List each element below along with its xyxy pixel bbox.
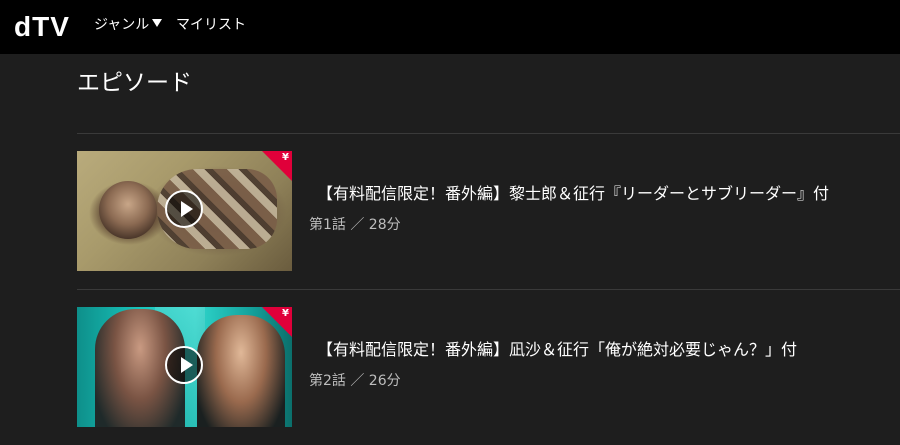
episode-item-1[interactable]: ¥ 【有料配信限定！番外編】黎士郎＆征行『リーダーとサブリーダー』付 第1話 ／… (77, 151, 900, 273)
nav-genre-dropdown[interactable]: ジャンル (94, 16, 163, 34)
episode-thumbnail[interactable]: ¥ (77, 307, 292, 427)
divider (77, 289, 900, 290)
nav-mylist[interactable]: マイリスト (176, 16, 246, 34)
episode-title[interactable]: 【有料配信限定！番外編】凪沙＆征行「俺が絶対必要じゃん？」付 (317, 339, 797, 361)
episode-thumbnail[interactable]: ¥ (77, 151, 292, 271)
caret-down-icon (152, 19, 163, 27)
play-icon[interactable] (165, 346, 203, 384)
section-title: エピソード (77, 70, 192, 96)
yen-icon: ¥ (282, 152, 289, 163)
episode-meta: 第1話 ／ 28分 (309, 217, 401, 233)
episode-title[interactable]: 【有料配信限定！番外編】黎士郎＆征行『リーダーとサブリーダー』付 (317, 183, 829, 205)
episode-meta: 第2話 ／ 26分 (309, 373, 401, 389)
thumbnail-head (99, 181, 157, 239)
nav-genre-label: ジャンル (94, 17, 150, 33)
divider (77, 133, 900, 134)
episode-item-2[interactable]: ¥ 【有料配信限定！番外編】凪沙＆征行「俺が絶対必要じゃん？」付 第2話 ／ 2… (77, 307, 900, 429)
yen-icon: ¥ (282, 308, 289, 319)
header-bar: dTV ジャンル マイリスト (0, 0, 900, 54)
dtv-logo[interactable]: dTV (14, 10, 70, 44)
play-icon[interactable] (165, 190, 203, 228)
